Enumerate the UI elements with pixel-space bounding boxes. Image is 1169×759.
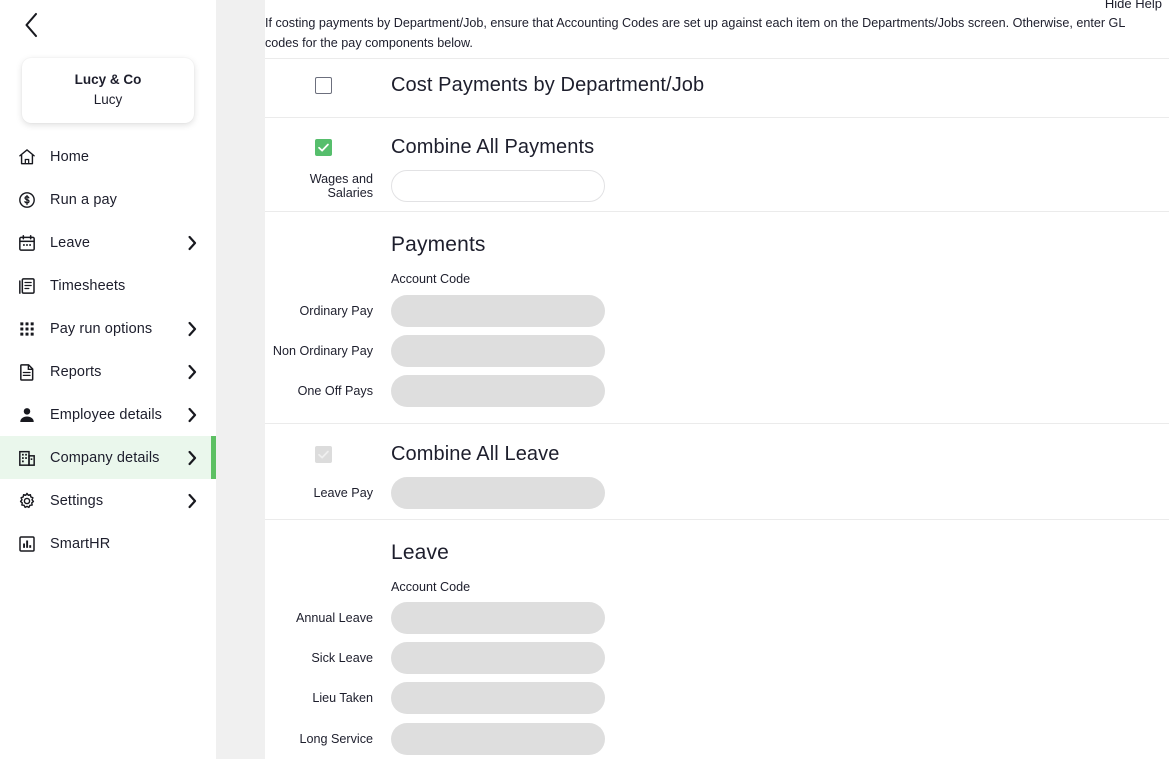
home-icon xyxy=(16,146,38,168)
calendar-icon xyxy=(16,232,38,254)
chevron-right-icon xyxy=(188,321,197,336)
lieu-taken-row: Lieu Taken xyxy=(265,682,605,714)
combine-payments-checkbox[interactable] xyxy=(315,139,332,156)
annual-leave-input[interactable] xyxy=(391,602,605,634)
combine-payments-row[interactable]: Combine All Payments xyxy=(265,134,594,161)
sidebar-item-employee-details[interactable]: Employee details xyxy=(0,393,216,436)
non-ordinary-pay-row: Non Ordinary Pay xyxy=(265,335,605,367)
wages-and-salaries-input[interactable] xyxy=(391,170,605,202)
sidebar-item-company-details[interactable]: Company details xyxy=(0,436,216,479)
wages-and-salaries-row: Wages and Salaries xyxy=(265,170,605,202)
bar-chart-icon xyxy=(16,533,38,555)
sidebar-item-home[interactable]: Home xyxy=(0,135,216,178)
content-gutter xyxy=(216,0,265,759)
combine-leave-row: Combine All Leave xyxy=(265,441,559,468)
sidebar-item-label: Run a pay xyxy=(50,191,117,208)
lieu-taken-input[interactable] xyxy=(391,682,605,714)
non-ordinary-pay-input[interactable] xyxy=(391,335,605,367)
chevron-right-icon xyxy=(188,364,197,379)
sidebar-item-reports[interactable]: Reports xyxy=(0,350,216,393)
hide-help-link[interactable]: Hide Help xyxy=(1105,0,1162,11)
person-icon xyxy=(16,404,38,426)
cost-payments-label: Cost Payments by Department/Job xyxy=(391,74,705,96)
sidebar-item-label: Reports xyxy=(50,363,102,380)
sidebar-nav: Home Run a pay Leave Timesheets Pay run … xyxy=(0,135,216,565)
ordinary-pay-row: Ordinary Pay xyxy=(265,295,605,327)
one-off-pays-label: One Off Pays xyxy=(297,384,373,398)
chevron-right-icon xyxy=(188,493,197,508)
leave-section-title: Leave xyxy=(391,541,449,564)
sidebar-item-label: Company details xyxy=(50,449,160,466)
app-root: Lucy & Co Lucy Home Run a pay Leave Time… xyxy=(0,0,1169,759)
payments-section-title: Payments xyxy=(391,233,486,256)
ordinary-pay-input[interactable] xyxy=(391,295,605,327)
lieu-taken-label: Lieu Taken xyxy=(312,691,373,705)
sidebar: Lucy & Co Lucy Home Run a pay Leave Time… xyxy=(0,0,216,759)
main-content: Hide Help If costing payments by Departm… xyxy=(265,0,1169,759)
leave-pay-label: Leave Pay xyxy=(313,486,373,500)
cost-payments-checkbox[interactable] xyxy=(315,77,332,94)
divider xyxy=(265,423,1169,424)
leave-pay-row: Leave Pay xyxy=(265,477,605,509)
sidebar-item-settings[interactable]: Settings xyxy=(0,479,216,522)
sidebar-item-run-a-pay[interactable]: Run a pay xyxy=(0,178,216,221)
building-icon xyxy=(16,447,38,469)
combine-payments-checkbox-col xyxy=(265,139,382,156)
dollar-circle-icon xyxy=(16,189,38,211)
sidebar-item-timesheets[interactable]: Timesheets xyxy=(0,264,216,307)
cost-payments-row[interactable]: Cost Payments by Department/Job xyxy=(265,72,704,99)
chevron-right-icon xyxy=(188,235,197,250)
help-text: If costing payments by Department/Job, e… xyxy=(265,16,1125,50)
back-chevron-icon[interactable] xyxy=(14,8,48,42)
sidebar-item-label: Home xyxy=(50,148,90,165)
payments-account-code-header: Account Code xyxy=(391,272,471,286)
leave-pay-input[interactable] xyxy=(391,477,605,509)
sidebar-item-label: Leave xyxy=(50,234,91,251)
sick-leave-input[interactable] xyxy=(391,642,605,674)
combine-leave-checkbox xyxy=(315,446,332,463)
combine-leave-label: Combine All Leave xyxy=(391,443,560,465)
divider xyxy=(265,519,1169,520)
grid-dots-icon xyxy=(16,318,38,340)
sidebar-item-label: Employee details xyxy=(50,406,163,423)
sick-leave-row: Sick Leave xyxy=(265,642,605,674)
annual-leave-row: Annual Leave xyxy=(265,602,605,634)
sidebar-item-smarthr[interactable]: SmartHR xyxy=(0,522,216,565)
combine-payments-label: Combine All Payments xyxy=(391,136,595,158)
file-text-icon xyxy=(16,361,38,383)
long-service-input[interactable] xyxy=(391,723,605,755)
sidebar-item-label: Pay run options xyxy=(50,320,153,337)
long-service-row: Long Service xyxy=(265,723,605,755)
company-name: Lucy & Co xyxy=(74,72,142,87)
combine-leave-checkbox-col xyxy=(265,446,382,463)
divider xyxy=(265,211,1169,212)
sidebar-item-label: Timesheets xyxy=(50,277,126,294)
gear-icon xyxy=(16,490,38,512)
cost-payments-checkbox-col xyxy=(265,77,382,94)
long-service-label: Long Service xyxy=(299,732,373,746)
ordinary-pay-label: Ordinary Pay xyxy=(299,304,374,318)
chevron-right-icon xyxy=(188,407,197,422)
wages-and-salaries-label: Wages and Salaries xyxy=(309,172,373,200)
sidebar-item-label: Settings xyxy=(50,492,104,509)
sick-leave-label: Sick Leave xyxy=(311,651,373,665)
company-user-name: Lucy xyxy=(93,91,123,107)
non-ordinary-pay-label: Non Ordinary Pay xyxy=(272,344,373,358)
sidebar-item-pay-run-options[interactable]: Pay run options xyxy=(0,307,216,350)
one-off-pays-input[interactable] xyxy=(391,375,605,407)
document-lines-icon xyxy=(16,275,38,297)
one-off-pays-row: One Off Pays xyxy=(265,375,605,407)
chevron-right-icon xyxy=(188,450,197,465)
divider xyxy=(265,117,1169,118)
annual-leave-label: Annual Leave xyxy=(295,611,373,625)
divider xyxy=(265,58,1169,59)
sidebar-item-label: SmartHR xyxy=(50,535,111,552)
sidebar-item-leave[interactable]: Leave xyxy=(0,221,216,264)
leave-account-code-header: Account Code xyxy=(391,580,471,594)
company-card[interactable]: Lucy & Co Lucy xyxy=(22,58,194,124)
